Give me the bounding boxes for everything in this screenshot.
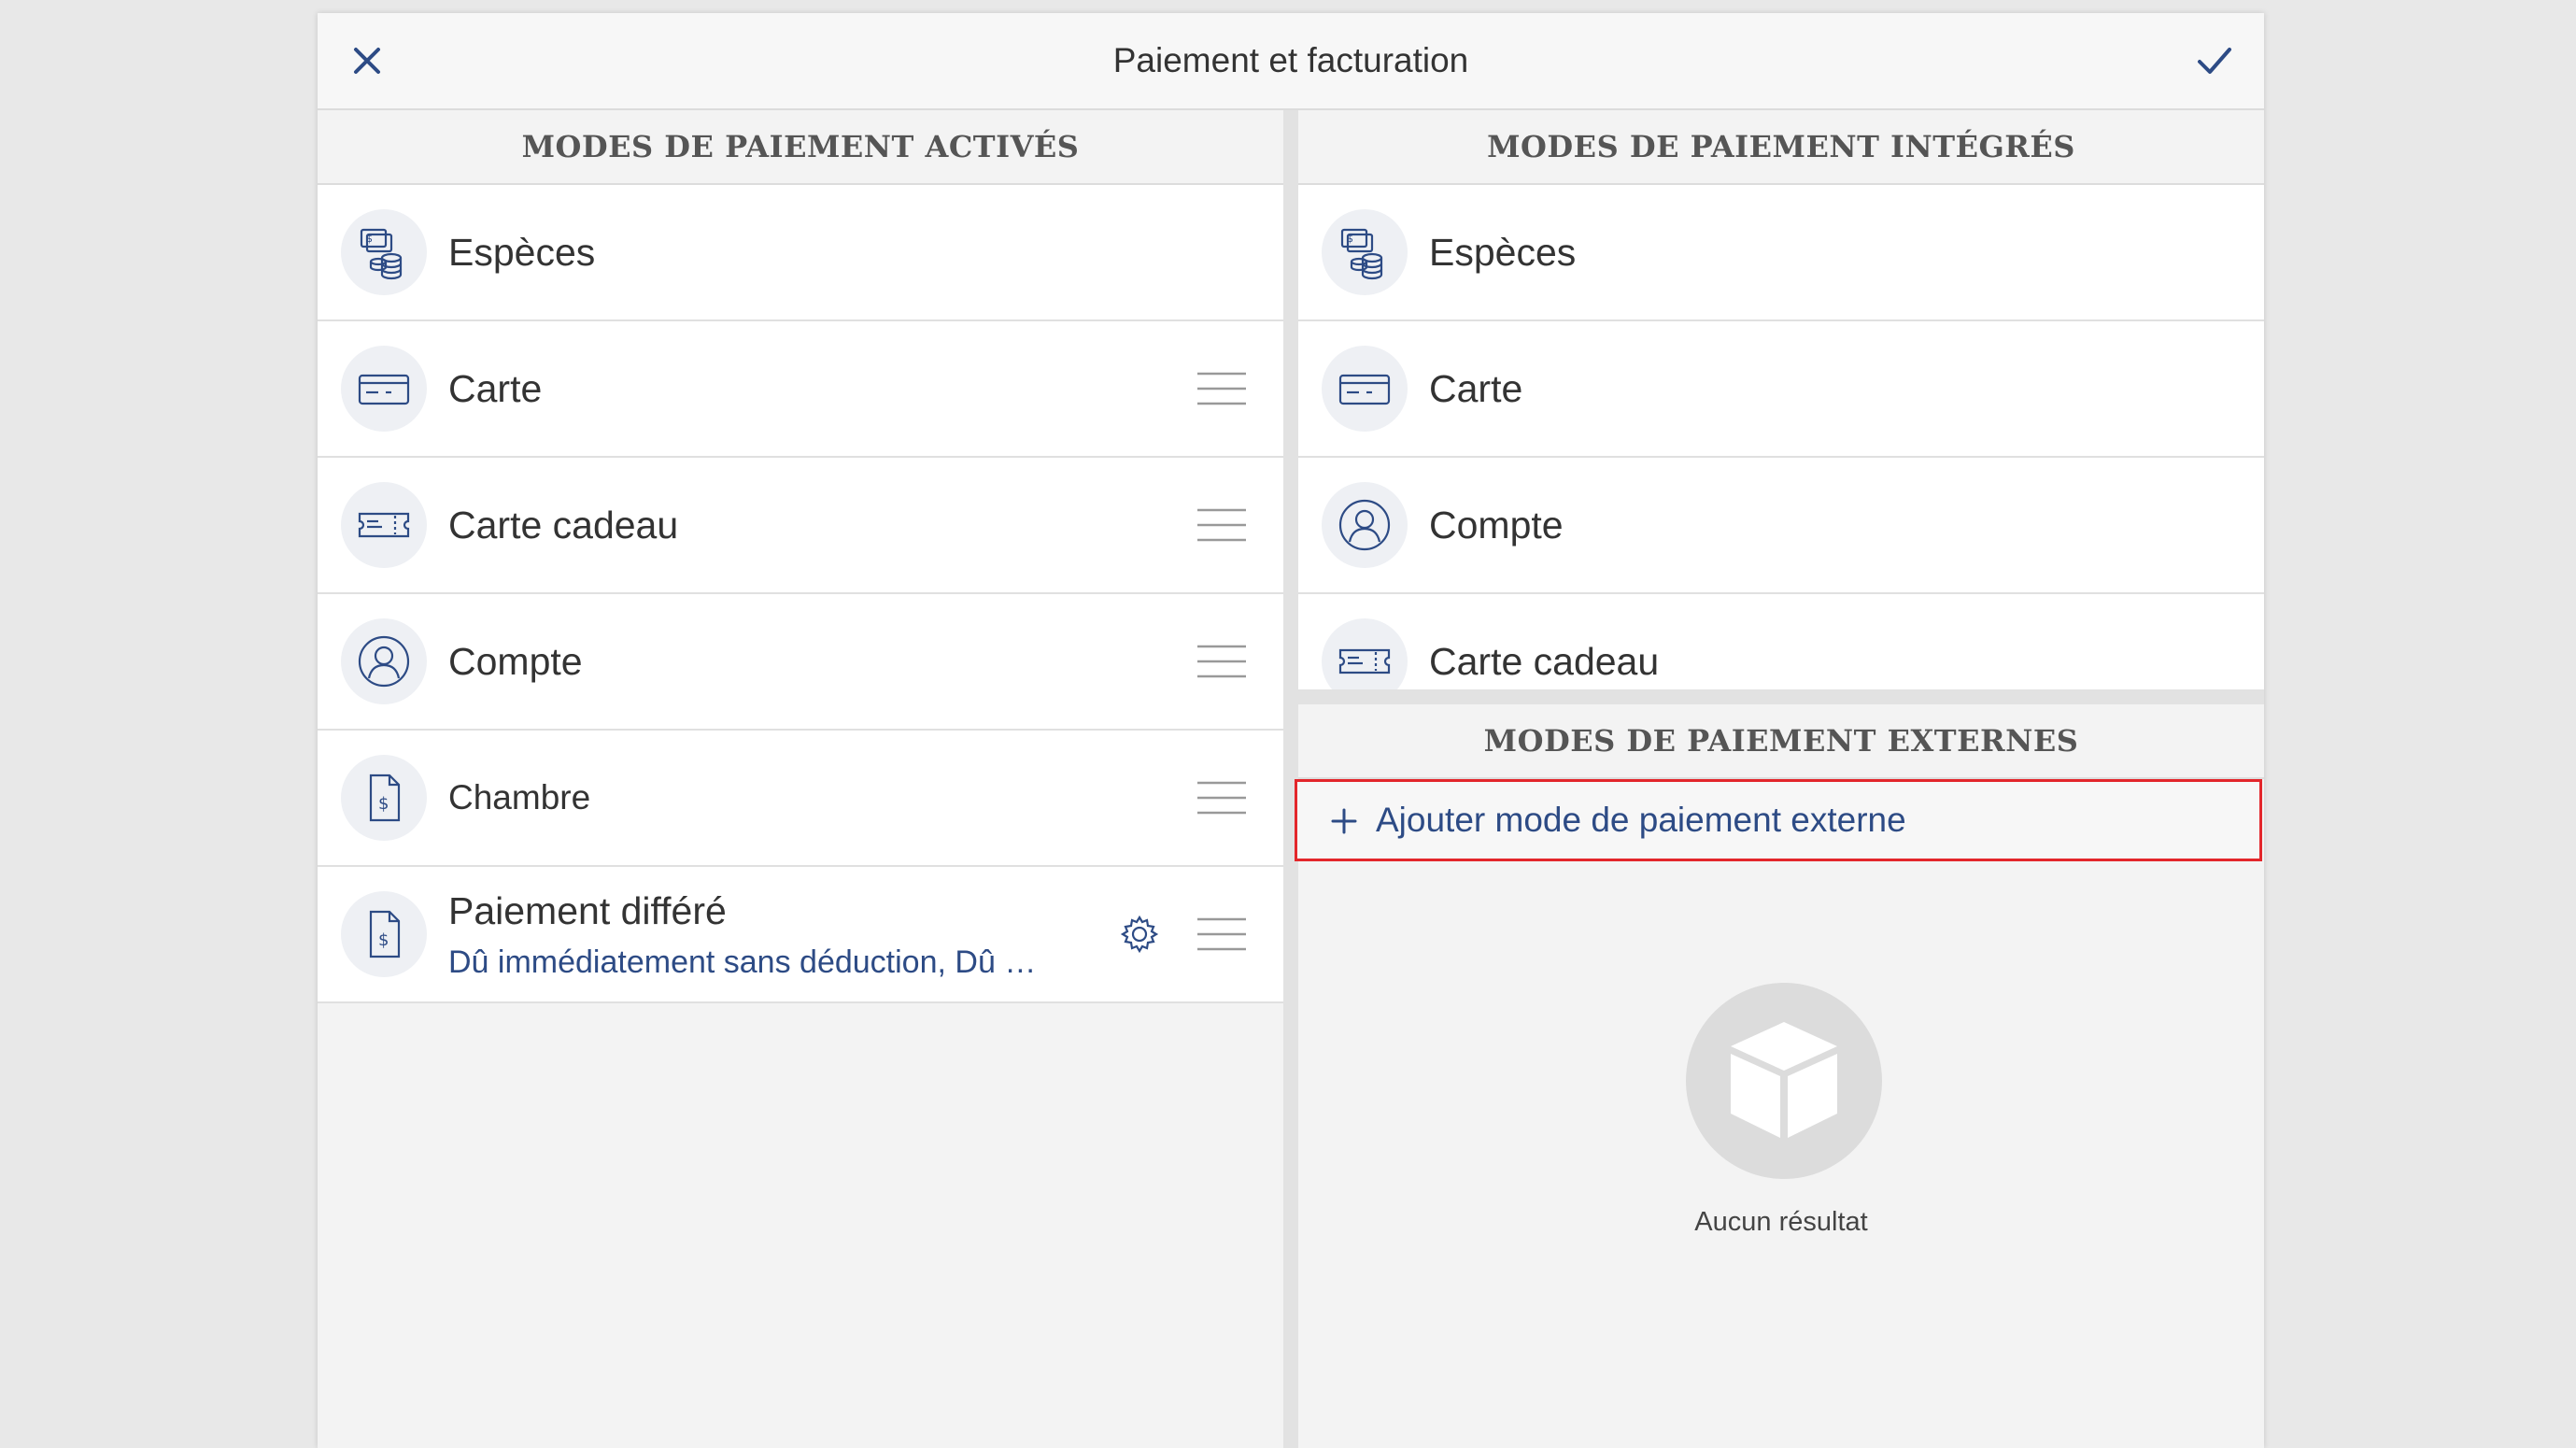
enabled-methods-header: MODES DE PAIEMENT ACTIVÉS bbox=[318, 110, 1283, 185]
integrated-methods-panel[interactable]: MODES DE PAIEMENT INTÉGRÉS $ Espèces Car… bbox=[1298, 110, 2264, 689]
gift-card-icon bbox=[1322, 618, 1408, 689]
invoice-icon: $ bbox=[341, 891, 427, 977]
item-label: Carte cadeau bbox=[1429, 640, 1660, 683]
drag-handle-icon[interactable] bbox=[1196, 772, 1248, 824]
invoice-icon: $ bbox=[341, 755, 427, 841]
cash-icon: $ bbox=[1322, 209, 1408, 295]
enabled-item-compte[interactable]: Compte bbox=[318, 594, 1283, 731]
integrated-item-compte[interactable]: Compte bbox=[1298, 458, 2264, 594]
integrated-item-carte-cadeau[interactable]: Carte cadeau bbox=[1298, 594, 2264, 689]
add-external-method-label: Ajouter mode de paiement externe bbox=[1376, 801, 1906, 839]
integrated-item-especes[interactable]: $ Espèces bbox=[1298, 185, 2264, 321]
dialog-title: Paiement et facturation bbox=[1112, 41, 1469, 79]
add-external-method-button[interactable]: Ajouter mode de paiement externe bbox=[1295, 779, 2262, 861]
enabled-item-carte-cadeau[interactable]: Carte cadeau bbox=[318, 458, 1283, 594]
drag-handle-icon[interactable] bbox=[1196, 499, 1248, 551]
plus-icon bbox=[1325, 802, 1363, 840]
empty-state: Aucun résultat bbox=[1298, 861, 2264, 1328]
item-label: Compte bbox=[448, 640, 583, 683]
enabled-item-chambre[interactable]: $ Chambre bbox=[318, 731, 1283, 867]
payment-dialog: Paiement et facturation MODES DE PAIEMEN… bbox=[318, 13, 2264, 1448]
enabled-methods-panel: MODES DE PAIEMENT ACTIVÉS $ Espèces Cart… bbox=[318, 110, 1283, 1448]
enabled-item-paiement-differe[interactable]: $ Paiement différé Dû immédiatement sans… bbox=[318, 867, 1283, 1003]
item-label: Carte cadeau bbox=[448, 504, 679, 547]
gear-icon[interactable] bbox=[1117, 912, 1162, 957]
item-label: Carte bbox=[1429, 367, 1523, 410]
credit-card-icon bbox=[1322, 346, 1408, 432]
svg-text:$: $ bbox=[378, 794, 389, 814]
box-icon bbox=[1686, 983, 1882, 1179]
enabled-item-especes[interactable]: $ Espèces bbox=[318, 185, 1283, 321]
item-sublabel: Dû immédiatement sans déduction, Dû immé… bbox=[448, 944, 1037, 980]
account-icon bbox=[341, 618, 427, 704]
section-separator bbox=[1298, 689, 2264, 704]
item-label: Paiement différé bbox=[448, 889, 727, 932]
item-label: Carte bbox=[448, 367, 543, 410]
cash-icon: $ bbox=[341, 209, 427, 295]
account-icon bbox=[1322, 482, 1408, 568]
gift-card-icon bbox=[341, 482, 427, 568]
external-methods-header: MODES DE PAIEMENT EXTERNES bbox=[1298, 704, 2264, 779]
item-label: Espèces bbox=[1429, 231, 1577, 274]
drag-handle-icon[interactable] bbox=[1196, 908, 1248, 960]
enabled-item-carte[interactable]: Carte bbox=[318, 321, 1283, 458]
empty-state-message: Aucun résultat bbox=[1694, 1207, 1868, 1237]
checkmark-icon[interactable] bbox=[2187, 33, 2243, 89]
drag-handle-icon[interactable] bbox=[1196, 635, 1248, 688]
item-label: Espèces bbox=[448, 231, 596, 274]
item-label: Compte bbox=[1429, 504, 1564, 547]
right-panel: MODES DE PAIEMENT INTÉGRÉS $ Espèces Car… bbox=[1295, 110, 2264, 1448]
svg-text:$: $ bbox=[378, 930, 389, 950]
dialog-header: Paiement et facturation bbox=[318, 13, 2264, 110]
drag-handle-icon[interactable] bbox=[1196, 362, 1248, 415]
integrated-item-carte[interactable]: Carte bbox=[1298, 321, 2264, 458]
credit-card-icon bbox=[341, 346, 427, 432]
item-label: Chambre bbox=[448, 778, 591, 816]
integrated-methods-header: MODES DE PAIEMENT INTÉGRÉS bbox=[1298, 110, 2264, 185]
